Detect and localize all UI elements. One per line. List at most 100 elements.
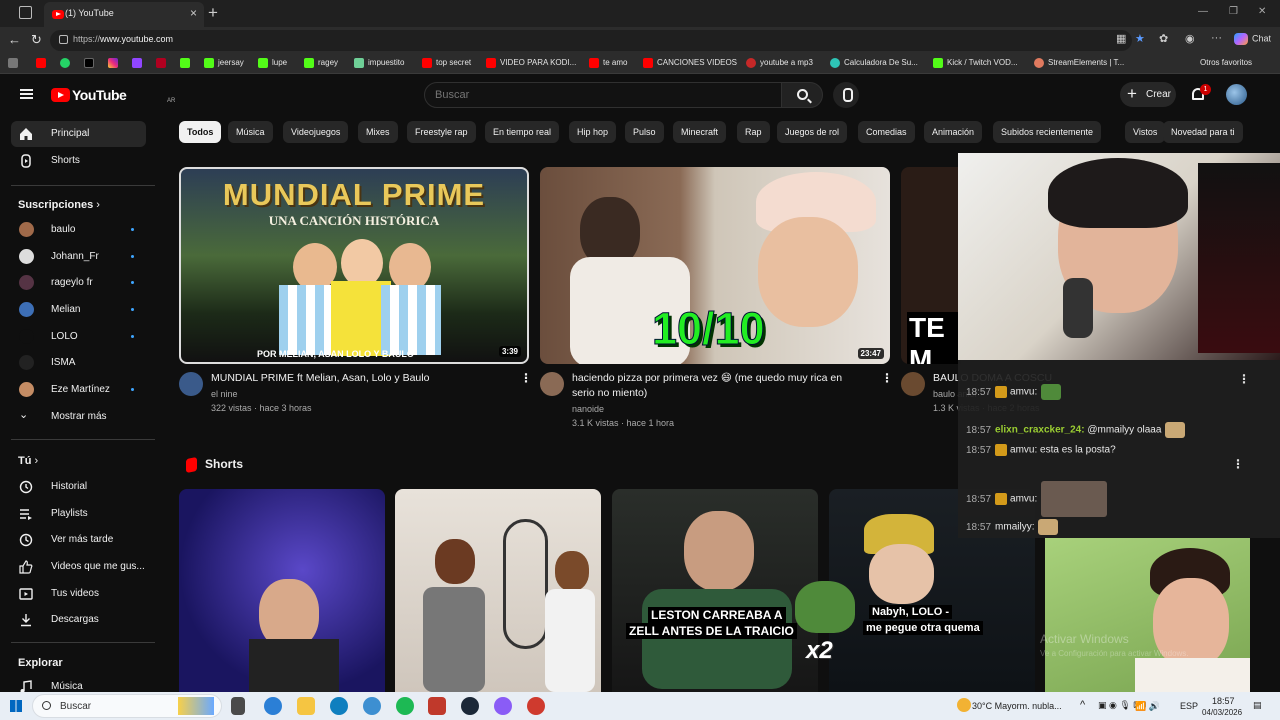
bookmark-kick[interactable] — [180, 58, 194, 68]
sidebar-item-principal[interactable]: Principal — [11, 121, 146, 147]
bookmark-item[interactable]: ragey — [304, 58, 338, 68]
site-info-icon[interactable] — [59, 35, 68, 44]
task-view-icon[interactable] — [231, 697, 245, 715]
minimize-icon[interactable]: — — [1198, 6, 1208, 17]
bookmark-item[interactable]: impuestito — [354, 58, 404, 68]
channel-avatar[interactable] — [540, 372, 564, 396]
short-thumbnail[interactable] — [179, 489, 385, 692]
video-thumbnail[interactable]: TE M — [901, 167, 961, 364]
more-actions-icon[interactable]: ⋮ — [1232, 457, 1244, 471]
bookmark-item[interactable]: lupe — [258, 58, 287, 68]
notification-center-icon[interactable]: ▤ — [1253, 700, 1262, 711]
bookmark-item[interactable]: Kick / Twitch VOD... — [933, 58, 1018, 68]
other-favorites[interactable]: Otros favoritos — [1200, 58, 1252, 67]
sidebar-sub-johann[interactable]: Johann_Fr — [11, 244, 146, 270]
sidebar-sub-rageylo[interactable]: rageylo fr — [11, 270, 146, 296]
chip[interactable]: Hip hop — [569, 121, 617, 143]
close-window-icon[interactable]: ✕ — [1258, 6, 1266, 17]
sidebar-item-liked[interactable]: Videos que me gus... — [11, 554, 146, 580]
account-avatar[interactable] — [1226, 84, 1247, 105]
sidebar-item-watch-later[interactable]: Ver más tarde — [11, 527, 146, 553]
close-tab-icon[interactable]: × — [190, 6, 197, 20]
bookmark-item[interactable]: te amo — [589, 58, 627, 68]
edge-icon[interactable] — [264, 697, 282, 715]
chip[interactable]: Mixes — [358, 121, 398, 143]
chip[interactable]: Novedad para ti — [1163, 121, 1243, 143]
extensions-icon[interactable]: ✿ — [1159, 32, 1168, 45]
short-thumbnail[interactable] — [395, 489, 601, 692]
bookmark-item[interactable]: youtube a mp3 — [746, 58, 813, 68]
refresh-icon[interactable]: ↻ — [31, 32, 42, 48]
chip[interactable]: Videojuegos — [283, 121, 349, 143]
copilot-chat-button[interactable]: Chat — [1234, 33, 1271, 45]
chip[interactable]: En tiempo real — [485, 121, 560, 143]
sidebar-sub-eze[interactable]: Eze Martínez — [11, 377, 146, 403]
bookmark-item[interactable]: CANCIONES VIDEOS — [643, 58, 737, 68]
create-button[interactable]: + Crear — [1120, 82, 1176, 107]
chip[interactable]: Subidos recientemente — [993, 121, 1102, 143]
search-box[interactable] — [424, 82, 782, 108]
chip[interactable]: Animación — [924, 121, 983, 143]
video-channel[interactable]: el nine — [211, 389, 238, 399]
chevron-up-icon[interactable]: ^ — [1080, 699, 1085, 711]
sidebar-sub-lolo[interactable]: LOLO — [11, 324, 146, 350]
url-field[interactable]: https://www.youtube.com — [50, 30, 1132, 51]
profile-icon[interactable]: ◉ — [1185, 32, 1195, 45]
bookmark-item[interactable]: jeersay — [204, 58, 244, 68]
sidebar-sub-isma[interactable]: ISMA — [11, 350, 146, 376]
video-title[interactable]: MUNDIAL PRIME ft Melian, Asan, Lolo y Ba… — [211, 371, 511, 386]
channel-avatar[interactable] — [901, 372, 925, 396]
bookmark-item[interactable]: VIDEO PARA KODI... — [486, 58, 576, 68]
weather-icon[interactable] — [957, 698, 971, 712]
file-explorer-icon[interactable] — [297, 697, 315, 715]
bookmark-item[interactable]: Calculadora De Su... — [830, 58, 918, 68]
clock-time[interactable]: 18:57 — [1212, 696, 1235, 706]
obs-icon[interactable] — [527, 697, 545, 715]
bookmark-item[interactable]: StreamElements | T... — [1034, 58, 1124, 68]
bookmark-icon-1[interactable] — [8, 58, 22, 68]
bookmark-whatsapp[interactable] — [60, 58, 74, 68]
chip-todos[interactable]: Todos — [179, 121, 222, 143]
back-icon[interactable]: ← — [8, 32, 21, 47]
steam-icon[interactable] — [461, 697, 479, 715]
app-available-icon[interactable]: ▦ — [1116, 32, 1126, 45]
discord-icon[interactable] — [494, 697, 512, 715]
video-thumbnail[interactable]: 10/10 23:47 — [540, 167, 890, 364]
more-menu-icon[interactable]: ··· — [1211, 32, 1222, 44]
voice-search-button[interactable] — [833, 82, 859, 108]
bookmark-instagram[interactable] — [108, 58, 122, 68]
chip[interactable]: Comedias — [858, 121, 915, 143]
browser-tab-youtube[interactable]: (1) YouTube × — [44, 2, 204, 27]
sidebar-item-playlists[interactable]: Playlists — [11, 501, 146, 527]
search-input[interactable] — [435, 89, 755, 101]
new-tab-icon[interactable]: + — [208, 3, 218, 23]
video-channel[interactable]: nanoide — [572, 404, 604, 414]
sidebar-item-your-videos[interactable]: Tus videos — [11, 581, 146, 607]
short-thumbnail[interactable]: LESTON CARREABA A ZELL ANTES DE LA TRAIC… — [612, 489, 818, 692]
bookmark-youtube[interactable] — [36, 58, 50, 68]
chip[interactable]: Vistos — [1125, 121, 1166, 143]
spotify-icon[interactable] — [396, 697, 414, 715]
sidebar-sub-melian[interactable]: Melian — [11, 297, 146, 323]
sidebar-item-music[interactable]: Música — [11, 674, 146, 692]
bookmark-red[interactable] — [156, 58, 170, 68]
bookmark-item[interactable]: top secret — [422, 58, 471, 68]
tab-actions-icon[interactable] — [19, 6, 32, 19]
video-thumbnail[interactable]: MUNDIAL PRIME UNA CANCIÓN HISTÓRICA POR … — [179, 167, 529, 364]
channel-avatar[interactable] — [179, 372, 203, 396]
you-heading[interactable]: Tú › — [18, 455, 38, 467]
more-actions-icon[interactable]: ⋮ — [881, 371, 893, 385]
subscriptions-heading[interactable]: Suscripciones › — [18, 199, 100, 211]
show-more-button[interactable]: ⌄ Mostrar más — [11, 404, 146, 430]
edge-app-icon[interactable] — [330, 697, 348, 715]
sidebar-item-shorts[interactable]: Shorts — [11, 148, 146, 174]
more-actions-icon[interactable]: ⋮ — [1238, 372, 1250, 386]
bookmark-twitch[interactable] — [132, 58, 146, 68]
weather-text[interactable]: 30°C Mayorm. nubla... — [972, 701, 1062, 711]
language-indicator[interactable]: ESP — [1180, 701, 1198, 711]
chip[interactable]: Rap — [737, 121, 770, 143]
chip[interactable]: Pulso — [625, 121, 664, 143]
chip[interactable]: Música — [228, 121, 273, 143]
search-button[interactable] — [781, 82, 823, 108]
app-icon[interactable] — [428, 697, 446, 715]
